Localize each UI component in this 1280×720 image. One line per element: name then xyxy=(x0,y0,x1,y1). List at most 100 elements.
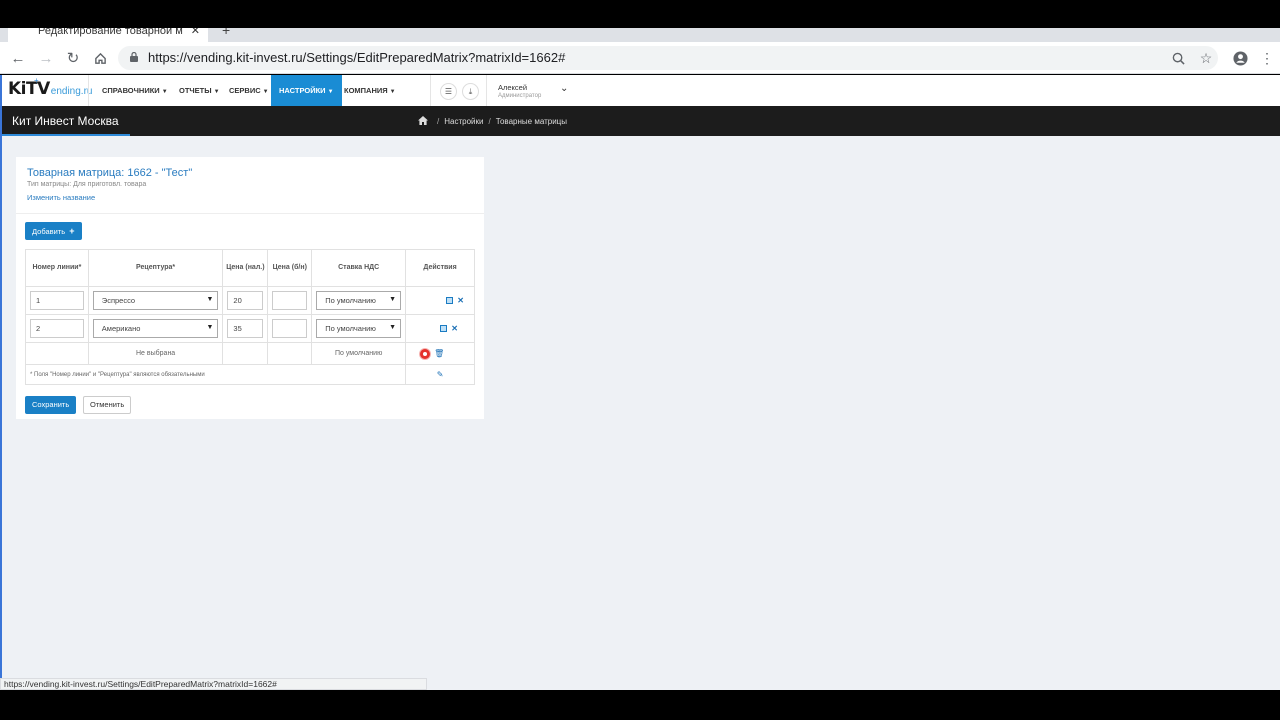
col-header-actions: Действия xyxy=(405,249,475,287)
col-header-price-cashless: Цена (б/н) xyxy=(267,249,313,287)
price-cashless-input[interactable] xyxy=(272,291,308,310)
empty-recipe: Не выбрана xyxy=(87,342,224,365)
user-role: Администратор xyxy=(498,93,542,99)
home-icon[interactable] xyxy=(90,48,110,68)
list-icon[interactable]: ☰ xyxy=(440,83,457,100)
cell: Американо ▼ xyxy=(87,314,224,343)
cell: По умолчанию ▼ xyxy=(311,314,407,343)
add-button[interactable]: Добавить + xyxy=(25,222,82,240)
trash-icon[interactable]: 🗑 xyxy=(434,349,444,358)
price-cash-input[interactable]: 35 xyxy=(227,319,264,338)
caret-down-icon: ▼ xyxy=(262,89,269,95)
plus-icon: + xyxy=(69,226,75,236)
cancel-button[interactable]: Отменить xyxy=(83,396,132,414)
menu-reports[interactable]: ОТЧЕТЫ ▼ xyxy=(179,75,220,106)
col-header-line: Номер линии* xyxy=(25,249,89,287)
page-header: Кит Инвест Москва / Настройки / Товарные ма… xyxy=(2,106,1280,136)
required-fields-note: * Поля "Номер линии" и "Рецептура" являю… xyxy=(24,364,407,385)
cell xyxy=(267,286,313,315)
table-row: 2 Американо ▼ 35 По умолчанию ▼ ✕ xyxy=(25,314,475,343)
cell xyxy=(267,342,313,365)
profile-icon[interactable] xyxy=(1230,48,1250,68)
recipe-select[interactable]: Американо ▼ xyxy=(92,319,219,338)
recipe-select[interactable]: Эспрессо ▼ xyxy=(92,291,219,310)
user-name[interactable]: Алексей xyxy=(498,83,527,92)
price-cash-input[interactable]: 20 xyxy=(227,291,264,310)
download-icon[interactable]: ⤓ xyxy=(462,83,479,100)
cell: ✎ xyxy=(405,364,475,385)
menu-settings-label: НАСТРОЙКИ xyxy=(279,86,326,95)
dropdown-arrow-icon: ▼ xyxy=(206,296,214,303)
col-header-price-cash: Цена (нал.) xyxy=(222,249,269,287)
logo-plus-icon: + xyxy=(34,76,39,85)
recipe-select-value: Американо xyxy=(101,324,141,333)
cell: 35 xyxy=(222,314,269,343)
divider xyxy=(88,75,89,106)
cursor-click-indicator-icon xyxy=(420,348,431,359)
table-header-row: Номер линии* Рецептура* Цена (нал.) Цена… xyxy=(25,249,475,287)
page-title: Товарная матрица: 1662 - "Тест" xyxy=(27,167,193,179)
save-icon[interactable] xyxy=(440,325,448,332)
cell: 🗑 xyxy=(405,342,475,365)
divider xyxy=(486,75,487,106)
dropdown-arrow-icon: ▼ xyxy=(389,296,397,303)
breadcrumb-settings[interactable]: Настройки xyxy=(444,117,483,126)
save-button[interactable]: Сохранить xyxy=(25,396,77,414)
delete-icon[interactable]: ✕ xyxy=(451,324,458,333)
cell xyxy=(25,342,89,365)
home-icon[interactable] xyxy=(418,116,428,125)
vat-select[interactable]: По умолчанию ▼ xyxy=(316,291,402,310)
cell: 20 xyxy=(222,286,269,315)
header-accent-line xyxy=(2,134,130,136)
row-actions: 🗑 xyxy=(410,348,470,359)
rename-link[interactable]: Изменить название xyxy=(27,193,95,202)
company-name: Кит Инвест Москва xyxy=(12,114,119,128)
lock-icon xyxy=(130,52,138,62)
line-number-input[interactable]: 2 xyxy=(30,319,84,338)
logo[interactable]: KiTVending.ru + xyxy=(8,76,92,103)
url-text: https://vending.kit-invest.ru/Settings/E… xyxy=(148,50,566,65)
new-tab-icon[interactable]: + xyxy=(222,28,230,38)
menu-service[interactable]: СЕРВИС ▼ xyxy=(229,75,269,106)
table-note-row: * Поля "Номер линии" и "Рецептура" являю… xyxy=(24,364,475,385)
table-row: 1 Эспрессо ▼ 20 По умолчанию ▼ ✕ xyxy=(25,286,475,315)
bookmark-star-icon[interactable]: ☆ xyxy=(1196,48,1216,68)
pencil-icon[interactable]: ✎ xyxy=(437,370,444,379)
col-header-vat: Ставка НДС xyxy=(311,249,407,287)
price-cashless-input[interactable] xyxy=(272,319,308,338)
menu-company-label: КОМПАНИЯ xyxy=(344,86,388,95)
caret-down-icon: ▼ xyxy=(161,89,168,95)
address-bar[interactable]: https://vending.kit-invest.ru/Settings/E… xyxy=(118,46,1218,70)
breadcrumb-separator: / xyxy=(488,117,491,126)
menu-company[interactable]: КОМПАНИЯ ▼ xyxy=(344,75,396,106)
menu-settings[interactable]: НАСТРОЙКИ ▼ xyxy=(271,75,342,106)
tab-close-icon[interactable]: ✕ xyxy=(191,28,200,37)
web-page: KiTVending.ru + СПРАВОЧНИКИ ▼ ОТЧЕТЫ ▼ СЕР… xyxy=(0,75,1280,690)
vat-select[interactable]: По умолчанию ▼ xyxy=(316,319,402,338)
browser-tab[interactable]: Редактирование товарной м ✕ xyxy=(8,28,208,42)
cell xyxy=(222,342,269,365)
matrix-table: Номер линии* Рецептура* Цена (нал.) Цена… xyxy=(24,249,475,385)
caret-down-icon: ▼ xyxy=(389,89,396,95)
dropdown-arrow-icon: ▼ xyxy=(206,324,214,331)
save-icon[interactable] xyxy=(446,297,454,304)
vat-select-value: По умолчанию xyxy=(325,296,376,305)
divider xyxy=(16,213,484,214)
dropdown-arrow-icon: ▼ xyxy=(389,324,397,331)
reload-icon[interactable]: ↻ xyxy=(63,48,83,68)
back-icon[interactable]: ← xyxy=(8,48,28,68)
delete-icon[interactable]: ✕ xyxy=(457,296,464,305)
top-nav: KiTVending.ru + СПРАВОЧНИКИ ▼ ОТЧЕТЫ ▼ СЕР… xyxy=(2,75,1280,106)
line-number-input[interactable]: 1 xyxy=(30,291,84,310)
forward-icon[interactable]: → xyxy=(36,48,56,68)
vat-select-value: По умолчанию xyxy=(325,324,376,333)
user-chevron-down-icon[interactable]: ⌄ xyxy=(560,83,568,94)
cell xyxy=(267,314,313,343)
breadcrumb-matrices[interactable]: Товарные матрицы xyxy=(496,117,567,126)
breadcrumb-separator: / xyxy=(437,117,440,126)
browser-menu-icon[interactable]: ⋮ xyxy=(1257,48,1277,68)
cell: 2 xyxy=(25,314,89,343)
zoom-icon[interactable] xyxy=(1168,48,1188,68)
breadcrumb: / Настройки / Товарные матрицы xyxy=(418,116,567,126)
menu-directories[interactable]: СПРАВОЧНИКИ ▼ xyxy=(102,75,168,106)
